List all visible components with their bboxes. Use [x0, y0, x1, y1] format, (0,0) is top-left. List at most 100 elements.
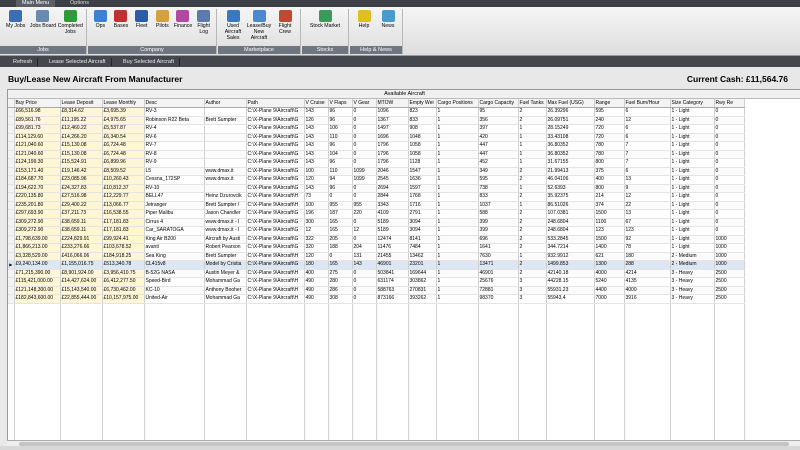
table-row[interactable]: £184,687.70 £23,085.96 £10,260.43 Cessna_17…: [8, 175, 745, 185]
column-header[interactable]: Range: [594, 99, 625, 108]
table-cell: 1 - Light: [670, 107, 715, 117]
empty-cell: [594, 408, 625, 416]
column-header[interactable]: Fuel Tanks: [518, 99, 547, 108]
ribbon-button[interactable]: Fleet: [131, 10, 152, 29]
table-row[interactable]: £114,129.60 £14,266.20 £6,340.54 RV-6 C:\X-P…: [8, 133, 745, 142]
empty-cell: [376, 318, 409, 326]
ribbon-button[interactable]: Pilots: [152, 10, 173, 29]
empty-cell: [14, 423, 61, 431]
empty-cell: [304, 333, 329, 341]
ribbon-button[interactable]: Bases: [111, 10, 132, 29]
column-header[interactable]: Lease Deposit: [60, 99, 103, 108]
refresh-button[interactable]: Refresh: [8, 58, 39, 66]
table-row[interactable]: £297,693.90 £37,211.73 £16,538.55 Piper Mal…: [8, 209, 745, 219]
table-cell: 1 - Light: [670, 209, 715, 219]
aircraft-grid[interactable]: Available Aircraft Buy Price Lease Deposi…: [7, 89, 800, 442]
table-row[interactable]: £99,681.73 £12,460.22 £5,537.87 RV-4 C:\X-Pl…: [8, 124, 745, 134]
column-header[interactable]: Size Category: [670, 99, 715, 108]
empty-cell: [546, 371, 595, 379]
table-row[interactable]: £66,516.98 £8,314.62 £3,695.39 RV-3 C:\X-Pla…: [8, 107, 745, 117]
table-cell: Jason Chandler: [204, 209, 247, 219]
table-row[interactable]: £121,040.60 £15,130.08 £6,724.48 RV-8 C:\X-P…: [8, 150, 745, 159]
ribbon-button[interactable]: News: [376, 10, 400, 29]
table-row[interactable]: £309,272.90 £38,659.11 £17,181.83 Cirrus 4w…: [8, 218, 745, 227]
column-header[interactable]: Path: [246, 99, 305, 108]
table-cell: C:\X-Plane 9\Aircraft\H: [246, 201, 305, 210]
tab-options[interactable]: Options: [64, 0, 95, 7]
column-header[interactable]: Rwy Re: [714, 99, 745, 108]
table-row[interactable]: £220,135.80 £27,516.98 £12,229.77 BELL47 Hei…: [8, 192, 745, 202]
table-row[interactable]: £121,148,300.00 £15,143,540.00 £6,730,462.…: [8, 286, 745, 295]
table-row[interactable]: £115,421,000.00 £14,427,624.00 £6,412,277.…: [8, 277, 745, 287]
table-row[interactable]: £1,866,213.00 £233,276.66 £103,678.52 avant…: [8, 243, 745, 253]
table-cell: Model by Cristia: [204, 260, 247, 270]
table-cell: 92: [624, 235, 671, 244]
empty-cell: [624, 348, 671, 356]
table-row[interactable]: £235,201.80 £29,400.22 £13,066.77 Jetranger…: [8, 201, 745, 210]
ribbon-button[interactable]: Ops: [90, 10, 111, 29]
column-header[interactable]: V Flaps: [328, 99, 353, 108]
ribbon-button[interactable]: Stock Market: [304, 10, 346, 29]
table-row[interactable]: £194,622.70 £24,327.83 £10,812.37 RV-10 C:\X…: [8, 184, 745, 193]
ribbon-group: Used Aircraft Sales Lease/Buy New Aircraf…: [218, 9, 301, 54]
ribbon-button[interactable]: My Jobs: [2, 10, 29, 29]
status-bar: [0, 446, 800, 450]
empty-cell: [328, 423, 353, 431]
column-header[interactable]: Cargo Positions: [436, 99, 479, 108]
table-cell: 7: [624, 141, 671, 151]
column-header[interactable]: V Cruise: [304, 99, 329, 108]
table-row[interactable]: £3,328,529.00 £416,066.06 £184,918.25 Sea K…: [8, 252, 745, 261]
table-cell: 123: [624, 226, 671, 236]
column-header[interactable]: Cargo Capacity: [478, 99, 519, 108]
table-cell: 270831: [408, 286, 437, 295]
table-cell: 1 - Light: [670, 175, 715, 185]
column-header[interactable]: V Gear: [352, 99, 377, 108]
empty-cell: [144, 386, 205, 394]
column-header[interactable]: Buy Price: [14, 99, 61, 108]
table-cell: 1497: [376, 124, 409, 134]
column-header[interactable]: Max Fuel (USG): [546, 99, 595, 108]
table-cell: 1058: [408, 150, 437, 159]
table-cell: 100: [304, 167, 329, 176]
column-header[interactable]: MTOW: [376, 99, 409, 108]
table-cell: www.dmax.it: [204, 175, 247, 185]
column-header[interactable]: Desc: [144, 99, 205, 108]
ribbon-button[interactable]: Completed Jobs: [57, 10, 84, 35]
tab-main-menu[interactable]: Main Menu: [16, 0, 56, 7]
table-cell: 2: [518, 116, 547, 125]
table-row[interactable]: £182,843,600.00 £22,855,444.00 £10,157,975…: [8, 294, 745, 304]
table-row[interactable]: £153,171.40 £19,146.42 £8,509.52 L5 www.dmax…: [8, 167, 745, 176]
table-row[interactable]: £89,561.76 £11,195.22 £4,975.65 Robinson R2…: [8, 116, 745, 125]
column-header[interactable]: Author: [204, 99, 247, 108]
table-cell: £99,924.41: [102, 235, 145, 244]
ribbon-button[interactable]: Finance: [173, 10, 194, 29]
table-cell: 303862: [408, 277, 437, 287]
empty-cell: [670, 356, 715, 364]
buy-selected-button[interactable]: Buy Selected Aircraft: [118, 58, 181, 66]
table-row[interactable]: £71,215,390.00 £8,901,924.00 £3,956,410.75…: [8, 269, 745, 278]
column-header[interactable]: Lease Monthly: [102, 99, 145, 108]
table-row[interactable]: £309,272.90 £38,659.11 £17,181.83 Car_SARAT…: [8, 226, 745, 236]
ribbon-button[interactable]: Help: [352, 10, 376, 29]
table-row[interactable]: £124,199.30 £15,524.91 £6,899.96 RV-9 C:\X-P…: [8, 158, 745, 168]
table-cell: 1: [436, 141, 479, 151]
table-cell: KC-10: [144, 286, 205, 295]
empty-cell: [624, 371, 671, 379]
ribbon-button[interactable]: Lease/Buy New Aircraft: [246, 10, 272, 41]
table-cell: 1: [436, 167, 479, 176]
lease-selected-button[interactable]: Lease Selected Aircraft: [44, 58, 112, 66]
ribbon-button[interactable]: Flight Log: [193, 10, 214, 35]
table-row[interactable]: £1,798,639.00 £224,829.91 £99,924.41 King A…: [8, 235, 745, 244]
ribbon-button[interactable]: Jobs Board: [29, 10, 56, 29]
table-cell: 1096: [376, 107, 409, 117]
ribbon-button[interactable]: Used Aircraft Sales: [220, 10, 246, 41]
column-header[interactable]: Fuel Burn/Hour: [624, 99, 671, 108]
table-row[interactable]: ▶ £9,240,134.00 £1,155,016.75 £513,340.78 CL…: [8, 260, 745, 270]
empty-cell: [546, 333, 595, 341]
ribbon-button[interactable]: Flight Crew: [272, 10, 298, 35]
ribbon-button-label: Finance: [173, 23, 193, 29]
empty-cell: [246, 386, 305, 394]
column-header[interactable]: Empty Wei: [408, 99, 437, 108]
table-cell: 1 - Light: [670, 167, 715, 176]
table-row[interactable]: £121,040.60 £15,130.08 £6,724.48 RV-7 C:\X-P…: [8, 141, 745, 151]
